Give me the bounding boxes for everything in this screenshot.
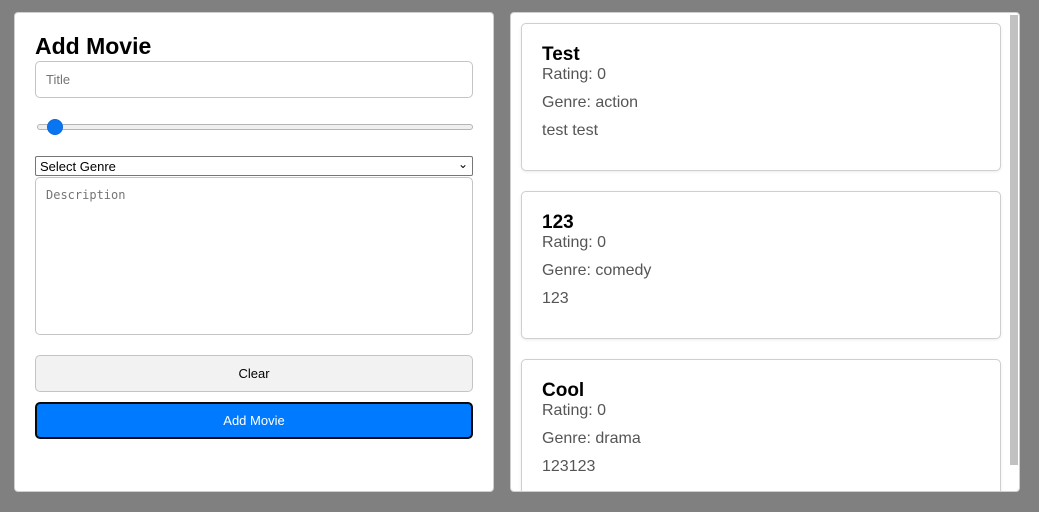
description-textarea[interactable]: Description bbox=[35, 177, 473, 335]
form-title: Add Movie bbox=[35, 33, 152, 59]
movie-card: Test Rating: 0 Genre: action test test bbox=[521, 23, 1001, 171]
add-movie-form: Add Movie Select Genre ⌄ Description Cle… bbox=[14, 12, 494, 492]
movie-list[interactable]: Test Rating: 0 Genre: action test test 1… bbox=[510, 12, 1020, 492]
movie-card: Cool Rating: 0 Genre: drama 123123 bbox=[521, 359, 1001, 491]
genre-select[interactable]: Select Genre ⌄ bbox=[35, 156, 473, 176]
movie-description: 123123 bbox=[542, 458, 596, 475]
genre-select-value: Select Genre bbox=[40, 159, 116, 174]
movie-rating: Rating: 0 bbox=[542, 234, 607, 251]
add-movie-button[interactable]: Add Movie bbox=[35, 402, 473, 439]
movie-genre: Genre: action bbox=[542, 94, 639, 111]
rating-slider[interactable] bbox=[37, 124, 473, 130]
list-scrollbar[interactable] bbox=[1010, 15, 1018, 465]
movie-genre: Genre: comedy bbox=[542, 262, 652, 279]
clear-button[interactable]: Clear bbox=[35, 355, 473, 392]
title-input[interactable] bbox=[35, 61, 473, 98]
chevron-down-icon: ⌄ bbox=[457, 157, 468, 171]
movie-rating: Rating: 0 bbox=[542, 66, 607, 83]
movie-description: test test bbox=[542, 122, 599, 139]
movie-description: 123 bbox=[542, 290, 569, 307]
movie-title: 123 bbox=[542, 212, 574, 233]
movie-genre: Genre: drama bbox=[542, 430, 641, 447]
movie-title: Cool bbox=[542, 380, 585, 401]
movie-rating: Rating: 0 bbox=[542, 402, 607, 419]
description-placeholder: Description bbox=[46, 188, 126, 202]
rating-slider-thumb[interactable] bbox=[47, 119, 63, 135]
movie-card: 123 Rating: 0 Genre: comedy 123 bbox=[521, 191, 1001, 339]
movie-title: Test bbox=[542, 44, 580, 65]
